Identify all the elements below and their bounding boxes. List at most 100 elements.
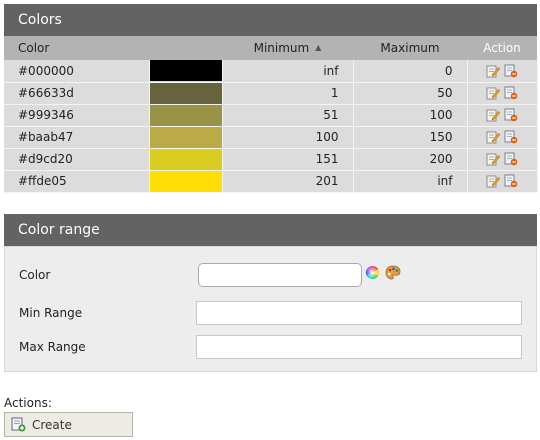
color-name: #66633d [18,86,74,100]
color-wheel-icon[interactable] [365,265,380,280]
color-row: #66633d 1 50 [4,82,538,105]
color-swatch-cell [149,148,223,171]
delete-icon[interactable] [504,108,518,122]
maximum-value: inf [437,174,453,188]
delete-icon[interactable] [504,174,518,188]
color-swatch [149,126,223,148]
minimum-value: inf [323,63,339,78]
column-header-action-label: Action [483,41,521,55]
delete-icon[interactable] [504,64,518,78]
actions-label: Actions: [4,396,52,410]
edit-icon[interactable] [486,86,500,100]
maximum-cell: inf [353,170,468,193]
column-header-maximum-label: Maximum [380,41,440,55]
minimum-cell: 151 [222,148,354,171]
edit-icon[interactable] [486,108,500,122]
minimum-value: 201 [315,174,339,188]
color-swatch-cell [149,60,223,83]
color-name: #ffde05 [18,174,67,188]
colors-panel-title: Colors [4,4,537,36]
color-name-cell: #66633d [4,82,150,105]
color-name-cell: #000000 [4,60,150,83]
minimum-cell: 201 [222,170,354,193]
edit-icon[interactable] [486,64,500,78]
color-name-cell: #d9cd20 [4,148,150,171]
palette-icon[interactable] [385,265,401,280]
minimum-value: 151 [315,152,339,166]
delete-icon[interactable] [504,152,518,166]
color-name: #d9cd20 [18,152,73,166]
min-range-label: Min Range [19,306,83,320]
color-swatch [149,82,223,104]
action-cell [467,82,538,105]
max-range-input[interactable] [196,335,522,359]
delete-icon[interactable] [504,130,518,144]
color-swatch-cell [149,82,223,105]
color-name-cell: #ffde05 [4,170,150,193]
create-button[interactable]: Create [4,412,133,437]
column-header-minimum-label: Minimum [253,41,310,55]
minimum-cell: 100 [222,126,354,149]
column-header-action: Action [467,36,537,60]
edit-icon[interactable] [486,174,500,188]
color-row: #000000 inf 0 [4,60,538,83]
minimum-cell: inf [222,60,354,83]
delete-icon[interactable] [504,86,518,100]
maximum-cell: 100 [353,104,468,127]
action-cell [467,60,538,83]
color-name-cell: #999346 [4,104,150,127]
color-swatch [149,148,223,170]
maximum-value: 0 [444,63,453,78]
column-header-minimum[interactable]: Minimum ▲ [222,36,353,60]
color-name: #000000 [18,63,74,78]
maximum-cell: 50 [353,82,468,105]
maximum-value: 200 [429,152,453,166]
create-button-label: Create [32,417,72,432]
color-swatch-cell [149,170,223,193]
color-row: #ffde05 201 inf [4,170,538,193]
action-cell [467,148,538,171]
minimum-value: 1 [330,86,339,100]
color-name-cell: #baab47 [4,126,150,149]
action-cell [467,104,538,127]
max-range-label: Max Range [19,340,86,354]
edit-icon[interactable] [486,152,500,166]
action-cell [467,170,538,193]
color-swatch [149,60,223,82]
column-header-color[interactable]: Color [4,36,149,60]
minimum-value: 100 [315,130,339,144]
edit-icon[interactable] [486,130,500,144]
create-icon [11,417,26,432]
color-field-label: Color [19,268,51,282]
sort-ascending-icon: ▲ [315,43,322,52]
color-name: #baab47 [18,130,74,144]
color-swatch [149,170,223,192]
minimum-cell: 51 [222,104,354,127]
colors-table: Color Minimum ▲ Maximum Action #000000 inf… [4,36,538,193]
column-header-swatch [149,36,222,60]
color-range-title-text: Color range [18,222,100,238]
maximum-value: 50 [437,86,453,100]
min-range-input[interactable] [196,301,522,325]
column-header-maximum[interactable]: Maximum [353,36,467,60]
color-input[interactable] [198,263,362,287]
maximum-value: 150 [429,130,453,144]
color-name: #999346 [18,108,74,122]
color-row: #baab47 100 150 [4,126,538,149]
colors-title-text: Colors [18,12,62,28]
minimum-value: 51 [323,108,339,122]
maximum-value: 100 [429,108,453,122]
colors-table-header-row: Color Minimum ▲ Maximum Action [4,36,537,60]
maximum-cell: 0 [353,60,468,83]
maximum-cell: 200 [353,148,468,171]
color-row: #d9cd20 151 200 [4,148,538,171]
color-range-panel-title: Color range [4,214,537,246]
column-header-color-label: Color [18,41,50,55]
maximum-cell: 150 [353,126,468,149]
minimum-cell: 1 [222,82,354,105]
color-row: #999346 51 100 [4,104,538,127]
color-swatch-cell [149,126,223,149]
color-swatch [149,104,223,126]
action-cell [467,126,538,149]
color-range-form: Color Min Range Max Range [4,246,537,372]
